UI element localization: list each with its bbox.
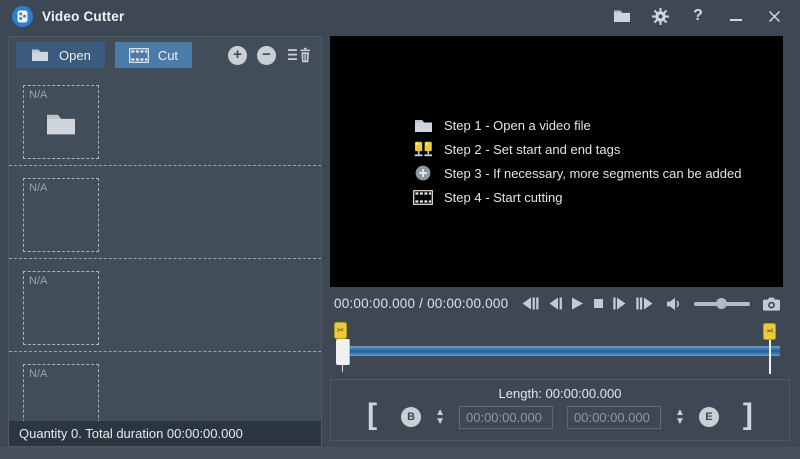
film-icon [129,48,149,63]
stepper-down-icon[interactable]: ▼ [435,417,445,426]
folder-icon[interactable] [612,6,632,26]
step-text: Step 1 - Open a video file [444,118,591,133]
folder-icon [30,48,50,62]
playhead-tick [342,365,343,372]
cut-controls: [ B ▲ ▼ ▲ ▼ E ] [367,403,753,431]
step-back-icon[interactable] [548,297,562,310]
cut-button-label: Cut [158,48,178,63]
volume-knob[interactable] [716,298,727,309]
segment-thumbnail: N/A [23,364,99,421]
jump-forward-icon[interactable] [636,297,653,310]
segment-list: N/A N/A N/A [9,73,321,421]
segment-slot-3[interactable]: N/A [9,259,321,352]
help-icon[interactable]: ? [688,6,708,26]
cut-settings-panel: Length: 00:00:00.000 [ B ▲ ▼ ▲ ▼ E ] [330,379,790,441]
open-button[interactable]: Open [16,42,105,68]
playhead-handle[interactable] [336,339,350,365]
add-circle-icon [413,165,433,181]
film-icon [413,190,433,205]
titlebar: Video Cutter ? [0,0,800,32]
titlebar-actions: ? [612,6,784,26]
start-end-tags-icon [413,141,433,157]
step-text: Step 4 - Start cutting [444,190,563,205]
close-icon[interactable] [764,6,784,26]
player-panel: Step 1 - Open a video file Step 2 - Set … [330,36,792,447]
segment-label: N/A [29,89,47,101]
window-bottom-edge [0,447,800,459]
cut-button[interactable]: Cut [115,42,192,68]
play-icon[interactable] [571,297,584,310]
set-begin-button[interactable]: B [401,407,421,427]
page-title: Video Cutter [42,9,124,24]
step-text: Step 3 - If necessary, more segments can… [444,166,741,181]
length-text: Length: 00:00:00.000 [499,386,622,401]
segment-label: N/A [29,182,47,194]
end-tag-line [769,340,771,374]
folder-icon [46,112,76,135]
scissors-icon: ✂ [337,326,345,335]
status-bar: Quantity 0. Total duration 00:00:00.000 [9,421,321,446]
start-tag-flag[interactable]: ✂ [334,322,347,339]
segments-panel: Open Cut + − [8,36,322,447]
snapshot-icon[interactable] [763,297,780,311]
scissors-icon: ✂ [766,327,774,336]
gear-icon[interactable] [650,6,670,26]
app-window: Video Cutter ? Open [0,0,800,459]
segment-slot-2[interactable]: N/A [9,166,321,259]
minimize-icon[interactable] [726,6,746,26]
segment-list-actions: + − [228,46,311,65]
seek-track[interactable] [337,346,780,356]
segment-label: N/A [29,275,47,287]
step-row-1: Step 1 - Open a video file [413,113,783,137]
add-segment-icon[interactable]: + [228,46,247,65]
time-display: 00:00:00.000 / 00:00:00.000 [334,296,508,311]
open-bracket: [ [367,403,377,431]
seek-bar[interactable]: ✂ ✂ [330,320,792,379]
playback-buttons [522,297,780,311]
end-tag-flag[interactable]: ✂ [763,323,776,340]
stepper-down-icon[interactable]: ▼ [675,417,685,426]
jump-back-icon[interactable] [522,297,539,310]
segment-label: N/A [29,368,47,380]
close-bracket: ] [743,403,753,431]
end-time-input[interactable] [567,406,661,429]
video-preview: Step 1 - Open a video file Step 2 - Set … [330,36,783,287]
stop-icon[interactable] [593,297,604,310]
segment-slot-1[interactable]: N/A [9,73,321,166]
step-row-3: Step 3 - If necessary, more segments can… [413,161,783,185]
start-time-stepper[interactable]: ▲ ▼ [435,408,445,426]
app-logo-icon [12,6,33,27]
segment-thumbnail: N/A [23,178,99,252]
volume-slider[interactable] [694,298,750,310]
set-end-button[interactable]: E [699,407,719,427]
segments-toolbar: Open Cut + − [9,37,321,73]
clear-list-icon[interactable] [288,47,311,63]
start-time-input[interactable] [459,406,553,429]
step-forward-icon[interactable] [613,297,627,310]
step-row-2: Step 2 - Set start and end tags [413,137,783,161]
main-area: Open Cut + − [0,32,800,447]
playback-controls: 00:00:00.000 / 00:00:00.000 [330,287,792,320]
step-row-4: Step 4 - Start cutting [413,185,783,209]
volume-icon[interactable] [666,297,681,311]
segment-slot-4[interactable]: N/A [9,352,321,421]
folder-icon [413,118,433,133]
remove-segment-icon[interactable]: − [257,46,276,65]
end-time-stepper[interactable]: ▲ ▼ [675,408,685,426]
step-text: Step 2 - Set start and end tags [444,142,620,157]
segment-thumbnail: N/A [23,85,99,159]
open-button-label: Open [59,48,91,63]
segment-thumbnail: N/A [23,271,99,345]
